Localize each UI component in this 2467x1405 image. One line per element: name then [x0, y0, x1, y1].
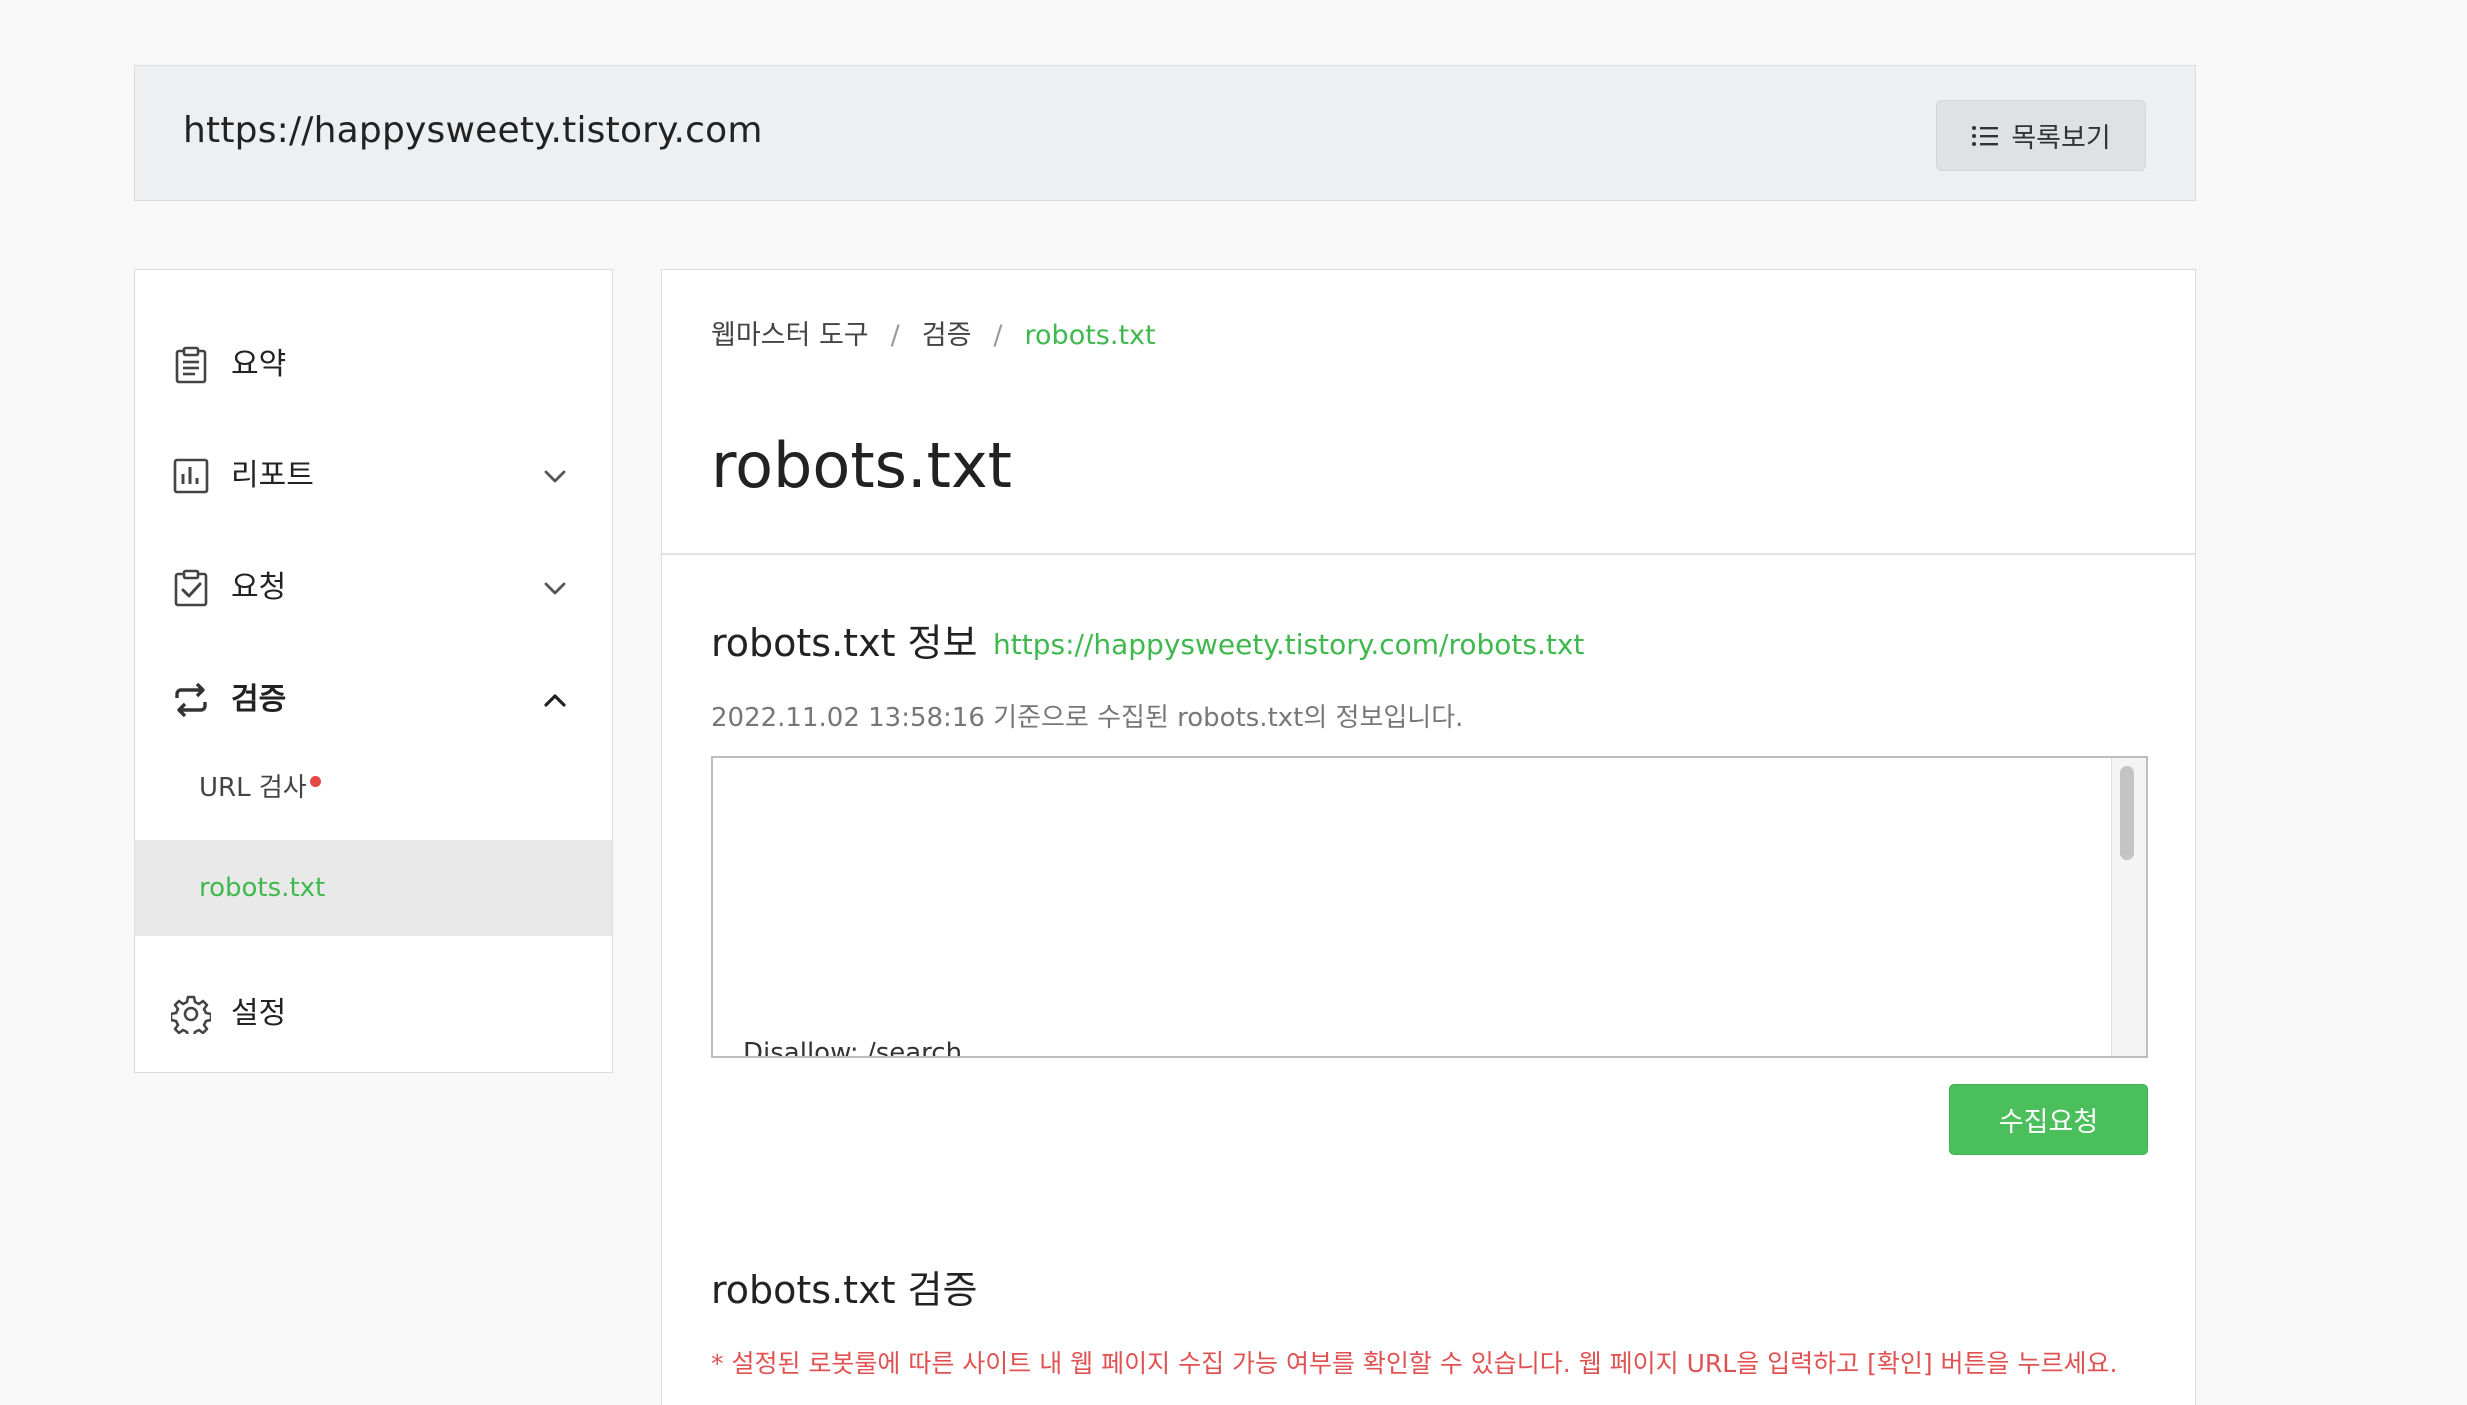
sidebar-item-summary[interactable]: 요약 [135, 325, 612, 405]
sidebar-item-label: 리포트 [231, 458, 314, 493]
sidebar-item-report[interactable]: 리포트 [135, 436, 612, 516]
sidebar-subitem-label: URL 검사 [199, 773, 307, 803]
site-url: https://happysweety.tistory.com [183, 110, 763, 151]
robots-content-line: Disallow: /search [743, 1038, 963, 1058]
breadcrumb-item-current: robots.txt [1024, 320, 1156, 351]
sidebar-subitem-label: robots.txt [199, 873, 326, 903]
sidebar-subitem-url-inspect[interactable]: URL 검사 [135, 740, 612, 836]
collect-request-button[interactable]: 수집요청 [1949, 1084, 2148, 1155]
sidebar-item-label: 검증 [231, 682, 287, 717]
bar-chart-icon [173, 458, 209, 494]
chevron-down-icon[interactable] [539, 460, 571, 492]
robots-verify-title: robots.txt 검증 [711, 1268, 978, 1312]
sidebar-item-verify[interactable]: 검증 [135, 660, 612, 740]
chevron-down-icon[interactable] [539, 572, 571, 604]
gear-icon [171, 995, 211, 1034]
sidebar-item-label: 설정 [231, 996, 287, 1031]
verify-instruction-note: * 설정된 로봇룰에 따른 사이트 내 웹 페이지 수집 가능 여부를 확인할 … [711, 1349, 2118, 1378]
sidebar-subitem-robots-txt[interactable]: robots.txt [135, 840, 612, 936]
breadcrumb: 웹마스터 도구 / 검증 / robots.txt [711, 316, 1156, 356]
clipboard-list-icon [175, 346, 207, 384]
sidebar-item-label: 요약 [231, 347, 287, 382]
robots-txt-link[interactable]: https://happysweety.tistory.com/robots.t… [993, 625, 1584, 665]
main-panel: 웹마스터 도구 / 검증 / robots.txt robots.txt robots.… [661, 269, 2196, 1405]
site-header: https://happysweety.tistory.com 목록보기 [134, 65, 2196, 201]
list-view-button-label: 목록보기 [2011, 123, 2111, 154]
chevron-up-icon[interactable] [539, 684, 571, 716]
robots-txt-content-box[interactable]: Disallow: /search [711, 756, 2148, 1058]
section-divider [662, 553, 2195, 555]
page-title: robots.txt [711, 429, 1012, 502]
list-icon [1972, 125, 1999, 146]
robots-info-title: robots.txt 정보 [711, 621, 978, 665]
page: https://happysweety.tistory.com 목록보기 요약 … [0, 0, 2467, 1405]
collected-time-note: 2022.11.02 13:58:16 기준으로 수집된 robots.txt의… [711, 703, 1464, 733]
new-badge-dot [310, 776, 321, 787]
list-view-button[interactable]: 목록보기 [1936, 100, 2146, 171]
repeat-icon [175, 682, 207, 718]
scrollbar-thumb[interactable] [2120, 766, 2134, 860]
sidebar-item-settings[interactable]: 설정 [135, 974, 612, 1054]
sidebar-item-label: 요청 [231, 570, 287, 605]
breadcrumb-item-verify[interactable]: 검증 [922, 320, 972, 351]
clipboard-check-icon [174, 569, 208, 607]
breadcrumb-separator: / [890, 320, 900, 351]
sidebar: 요약 리포트 요청 검증 URL 검사 robots.txt 설정 [134, 269, 613, 1073]
sidebar-item-request[interactable]: 요청 [135, 548, 612, 628]
breadcrumb-separator: / [993, 320, 1003, 351]
breadcrumb-item-webmaster-tools[interactable]: 웹마스터 도구 [711, 320, 869, 351]
